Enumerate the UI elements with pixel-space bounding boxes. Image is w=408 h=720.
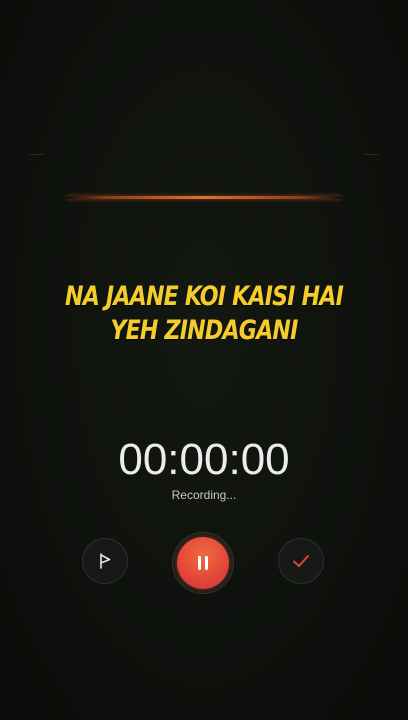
lyrics-line-2: YEH ZINDAGANI	[110, 315, 298, 346]
lyrics-overlay: NA JAANE KOI KAISI HAI YEH ZINDAGANI	[53, 280, 355, 348]
waveform-line	[66, 196, 342, 199]
pause-button-face	[177, 537, 229, 589]
recording-timer: 00:00:00	[118, 435, 290, 484]
flag-button[interactable]	[82, 538, 128, 584]
pause-button[interactable]	[172, 532, 234, 594]
recording-status: Recording...	[171, 488, 237, 502]
waveform-tick-left	[30, 154, 44, 155]
pause-icon	[196, 555, 210, 571]
recorder-screen: NA JAANE KOI KAISI HAI YEH ZINDAGANI 00:…	[0, 0, 408, 720]
waveform-tick-right	[364, 154, 378, 155]
save-recording-button[interactable]	[278, 538, 324, 584]
flag-icon	[96, 552, 114, 570]
lyrics-line-1: NA JAANE KOI KAISI HAI	[64, 281, 344, 312]
checkmark-icon	[291, 552, 311, 570]
